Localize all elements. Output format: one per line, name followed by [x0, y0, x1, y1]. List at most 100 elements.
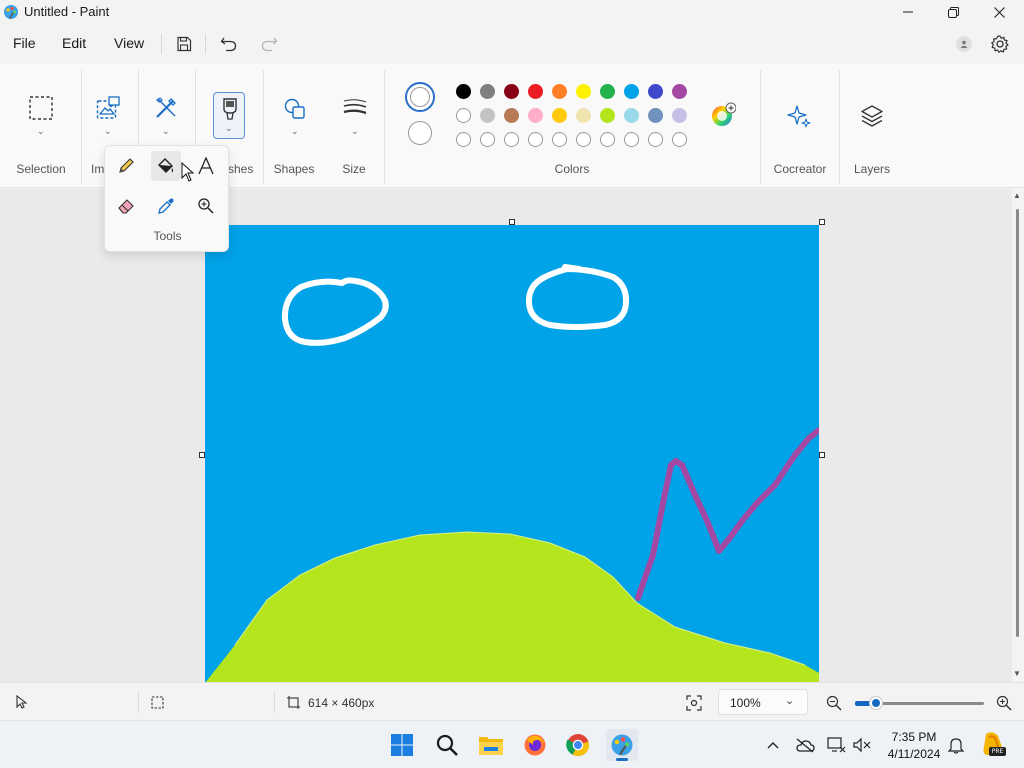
custom-color-slot[interactable]	[456, 132, 471, 147]
onedrive-button[interactable]	[795, 735, 815, 755]
pencil-button[interactable]	[111, 151, 141, 181]
color-swatch[interactable]	[552, 84, 567, 99]
primary-color-button[interactable]	[405, 82, 435, 112]
vertical-scrollbar[interactable]: ▲ ▼	[1012, 189, 1024, 682]
text-button[interactable]	[191, 151, 221, 181]
tools-chevron-down-icon[interactable]: ⌄	[162, 126, 170, 137]
start-button[interactable]	[386, 729, 418, 761]
shapes-button[interactable]	[283, 97, 307, 121]
image-button[interactable]	[96, 96, 120, 120]
color-swatch[interactable]	[456, 84, 471, 99]
file-explorer-button[interactable]	[475, 729, 507, 761]
tools-button[interactable]	[154, 96, 178, 120]
custom-color-slot[interactable]	[480, 132, 495, 147]
selection-chevron-down-icon[interactable]: ⌄	[37, 126, 45, 137]
zoom-slider-thumb[interactable]	[870, 697, 882, 709]
secondary-color-button[interactable]	[408, 121, 432, 145]
color-swatch[interactable]	[672, 108, 687, 123]
menu-edit[interactable]: Edit	[62, 35, 86, 51]
status-divider	[138, 691, 139, 713]
ribbon-divider	[81, 70, 82, 184]
color-swatch[interactable]	[456, 108, 471, 123]
scroll-down-icon[interactable]: ▼	[1013, 669, 1021, 678]
menu-file[interactable]: File	[13, 35, 36, 51]
color-swatch[interactable]	[576, 108, 591, 123]
scroll-up-icon[interactable]: ▲	[1013, 191, 1021, 200]
color-swatch[interactable]	[504, 108, 519, 123]
windows-start-icon	[391, 734, 413, 756]
custom-color-slot[interactable]	[528, 132, 543, 147]
custom-color-slot[interactable]	[600, 132, 615, 147]
resize-handle-left[interactable]	[199, 452, 205, 458]
drawing-canvas[interactable]	[205, 225, 819, 682]
custom-color-slot[interactable]	[504, 132, 519, 147]
status-bar: 614 × 460px 100% ⌄	[0, 682, 1024, 720]
account-button[interactable]	[956, 36, 972, 52]
color-swatch[interactable]	[600, 84, 615, 99]
image-chevron-down-icon[interactable]: ⌄	[104, 126, 112, 137]
color-swatch[interactable]	[528, 108, 543, 123]
color-swatch[interactable]	[504, 84, 519, 99]
brushes-button[interactable]: ⌄	[213, 92, 245, 139]
network-button[interactable]	[826, 735, 846, 755]
custom-color-slot[interactable]	[576, 132, 591, 147]
firefox-button[interactable]	[519, 729, 551, 761]
menu-view[interactable]: View	[114, 35, 144, 51]
magnifier-button[interactable]	[191, 191, 221, 221]
color-swatch[interactable]	[672, 84, 687, 99]
show-hidden-icons-button[interactable]	[763, 735, 783, 755]
layers-button[interactable]	[860, 104, 884, 128]
search-button[interactable]	[431, 729, 463, 761]
notifications-button[interactable]	[946, 735, 966, 755]
resize-handle-right[interactable]	[819, 452, 825, 458]
redo-button[interactable]	[256, 32, 282, 56]
chrome-button[interactable]	[562, 729, 594, 761]
eraser-button[interactable]	[111, 191, 141, 221]
custom-color-slot[interactable]	[624, 132, 639, 147]
menu-bar: File Edit View	[0, 24, 1024, 64]
close-button[interactable]	[976, 0, 1022, 24]
color-swatch[interactable]	[648, 84, 663, 99]
scrollbar-thumb[interactable]	[1016, 209, 1019, 637]
chrome-icon	[566, 734, 590, 757]
canvas-workspace	[0, 189, 1012, 682]
color-picker-button[interactable]	[151, 191, 181, 221]
taskbar-date[interactable]: 4/11/2024	[881, 747, 947, 761]
size-button[interactable]	[343, 98, 367, 118]
size-chevron-down-icon[interactable]: ⌄	[351, 126, 359, 137]
color-swatch[interactable]	[552, 108, 567, 123]
color-swatch[interactable]	[528, 84, 543, 99]
zoom-in-icon[interactable]	[996, 695, 1012, 711]
color-swatch[interactable]	[600, 108, 615, 123]
taskbar-time[interactable]: 7:35 PM	[884, 730, 944, 744]
edit-colors-button[interactable]	[710, 102, 737, 128]
copilot-button[interactable]: PRE	[980, 731, 1006, 759]
color-swatch[interactable]	[648, 108, 663, 123]
paint-taskbar-button[interactable]	[606, 729, 638, 761]
color-swatch[interactable]	[480, 84, 495, 99]
color-swatch[interactable]	[576, 84, 591, 99]
save-button[interactable]	[171, 32, 197, 56]
color-swatch[interactable]	[624, 108, 639, 123]
fill-button[interactable]	[151, 151, 181, 181]
volume-button[interactable]	[852, 735, 872, 755]
cocreator-button[interactable]	[787, 104, 811, 128]
fit-to-window-icon[interactable]	[686, 695, 702, 711]
zoom-dropdown[interactable]: 100% ⌄	[718, 689, 808, 715]
custom-color-slot[interactable]	[672, 132, 687, 147]
undo-button[interactable]	[216, 32, 242, 56]
restore-button[interactable]	[930, 0, 976, 24]
color-swatch[interactable]	[480, 108, 495, 123]
color-swatch[interactable]	[624, 84, 639, 99]
group-label-cocreator: Cocreator	[773, 162, 827, 176]
brushes-chevron-down-icon[interactable]: ⌄	[225, 123, 233, 134]
resize-handle-top-right[interactable]	[819, 219, 825, 225]
settings-button[interactable]	[990, 34, 1010, 54]
zoom-out-icon[interactable]	[826, 695, 842, 711]
custom-color-slot[interactable]	[648, 132, 663, 147]
minimize-button[interactable]	[885, 0, 931, 24]
shapes-chevron-down-icon[interactable]: ⌄	[291, 126, 299, 137]
resize-handle-top[interactable]	[509, 219, 515, 225]
selection-button[interactable]	[29, 96, 53, 120]
custom-color-slot[interactable]	[552, 132, 567, 147]
